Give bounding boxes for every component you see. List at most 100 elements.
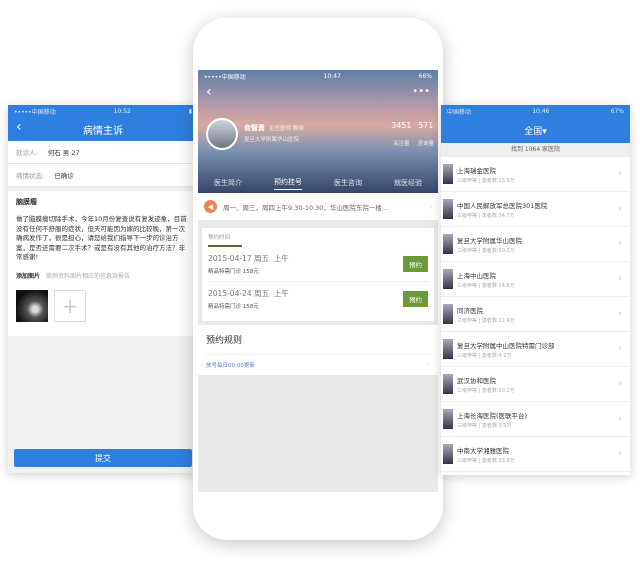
carrier: •••••中国移动	[14, 108, 56, 116]
chevron-right-icon: ›	[429, 202, 432, 211]
list-item[interactable]: 上海长海医院(医联平台) 三级甲等 | 患者数:3.9万 ›	[441, 402, 630, 437]
chevron-right-icon: ›	[618, 274, 622, 284]
hospital-list: 上海瑞金医院 三级甲等 | 患者数:13.9万 › 中国人民解放军总医院301医院 三级…	[441, 157, 630, 472]
hospital-name: 中南大学湘雅医院	[457, 446, 509, 455]
status-bar: 中国移动 10:46 67%	[441, 105, 630, 117]
slot-period: 上午	[273, 254, 289, 263]
chevron-right-icon: ›	[618, 344, 622, 354]
slot-fee: 精品特需门诊 158元	[208, 304, 259, 310]
list-item[interactable]: 同济医院三级甲等 | 患者数:11.4万 ›	[441, 297, 630, 332]
hospital-name: 武汉协和医院	[457, 376, 496, 385]
hospital-name: 上海长海医院(医联平台)	[457, 411, 528, 420]
add-image-text: 添加图片	[16, 272, 41, 280]
hospital-thumbnail	[443, 374, 453, 394]
hospital-thumbnail	[443, 199, 453, 219]
patient-row[interactable]: 就诊人: 何石 男 27	[8, 141, 198, 164]
state-label: 病情状态:	[16, 172, 45, 180]
list-item[interactable]: 中南大学湘雅医院 三级甲等 | 患者数:33.8万 ›	[441, 437, 630, 472]
book-button[interactable]: 预约	[403, 256, 428, 272]
time: 10:47	[323, 72, 341, 80]
hospital-name: 上海中山医院	[457, 271, 496, 280]
doctor-name: 俞智勇	[244, 124, 265, 132]
back-icon[interactable]: ‹	[16, 119, 22, 135]
left-phone-screen: •••••中国移动 10:52 ▮ ‹ 病情主诉 就诊人: 何石 男 27 病情状态: 已…	[8, 105, 198, 473]
book-button[interactable]: 预约	[403, 291, 428, 307]
description-textarea[interactable]: 做了脑膜瘤切除手术，今年10月份复查说有复发迹象，目前没有任何不舒服的症状，但天…	[16, 215, 190, 263]
hospital-info: 三级甲等 | 患者数:30.3万	[457, 247, 515, 254]
tab-experience[interactable]: 就医经验	[394, 178, 422, 188]
list-item[interactable]: 上海瑞金医院三级甲等 | 患者数:13.9万 ›	[441, 157, 630, 192]
status-bar: •••••中国移动 10:47 66%	[198, 70, 438, 82]
slot-row: 2015-04-24 周五 上午 精品特需门诊 158元 预约	[208, 282, 428, 316]
carrier: •••••中国移动	[204, 73, 246, 81]
stat-follow: 3451 关注量	[391, 121, 411, 149]
hospital-info: 三级甲等 | 患者数:3.9万	[457, 422, 512, 429]
avatar	[206, 118, 238, 150]
list-item[interactable]: 武汉协和医院三级甲等 | 患者数:10.2万 ›	[441, 367, 630, 402]
slot-period: 上午	[273, 289, 289, 298]
speaker-icon: ◀	[204, 200, 217, 213]
add-image-label: 添加图片 病例资料图片相应的信息及报告	[16, 271, 190, 280]
hospital-info: 三级甲等 | 患者数:13.9万	[457, 177, 515, 184]
chevron-right-icon: ›	[618, 204, 622, 214]
page-title: 病情主诉	[83, 125, 123, 137]
hospital-name: 复旦大学附属华山医院	[457, 236, 522, 245]
card-title: 预约时间	[208, 233, 242, 247]
back-icon[interactable]: ‹	[206, 84, 212, 100]
list-item[interactable]: 上海中山医院三级甲等 | 患者数:14.8万 ›	[441, 262, 630, 297]
state-value: 已确诊	[54, 172, 74, 180]
chevron-right-icon: ›	[618, 414, 622, 424]
chevron-right-icon: ›	[618, 169, 622, 179]
stat-value: 3451	[391, 121, 412, 130]
slot-fee: 精品特需门诊 158元	[208, 269, 259, 275]
notice-bar[interactable]: ◀ 周一、周三，周四上午9.30-10.30，华山医院东院一楼... ›	[198, 193, 438, 220]
rules-section[interactable]: 预约规则 放号每日00:00更新 ⌄	[198, 325, 438, 375]
found-count: 找到 1064 家医院	[441, 143, 630, 157]
stat-value: 571	[418, 121, 434, 130]
region-selector[interactable]: 全国▾	[441, 117, 630, 143]
slot-date: 2015-04-17 周五	[208, 254, 269, 263]
tab-consult[interactable]: 医生咨询	[334, 178, 362, 188]
tab-appointment[interactable]: 预约挂号	[274, 177, 302, 190]
notice-text: 周一、周三，周四上午9.30-10.30，华山医院东院一楼...	[223, 203, 389, 212]
hospital-thumbnail	[443, 339, 453, 359]
hospital-info: 三级甲等 | 患者数:14.8万	[457, 282, 515, 289]
battery-icon: ▮	[188, 107, 192, 115]
hospital-thumbnail	[443, 234, 453, 254]
hospital-info: 三级甲等 | 患者数:11.4万	[457, 317, 515, 324]
hospital-info: 三级甲等 | 患者数:33.8万	[457, 457, 515, 464]
hospital-thumbnail	[443, 409, 453, 429]
hospital-info: 三级甲等 | 患者数:34.7万	[457, 212, 515, 219]
state-row[interactable]: 病情状态: 已确诊	[8, 164, 198, 187]
chevron-right-icon: ›	[618, 379, 622, 389]
battery: 66%	[418, 72, 432, 80]
hospital-thumbnail	[443, 269, 453, 289]
chevron-down-icon: ⌄	[425, 361, 430, 367]
time: 10:46	[532, 107, 550, 115]
time: 10:52	[113, 107, 131, 115]
add-image-hint: 病例资料图片相应的信息及报告	[46, 272, 131, 280]
hospital-name: 中国人民解放军总医院301医院	[457, 201, 548, 210]
carrier: 中国移动	[447, 108, 472, 116]
disease-title: 脑膜瘤	[16, 198, 37, 206]
more-icon[interactable]: •••	[412, 86, 430, 97]
submit-button[interactable]: 提交	[14, 449, 192, 467]
list-item[interactable]: 中国人民解放军总医院301医院 三级甲等 | 患者数:34.7万 ›	[441, 192, 630, 227]
hospital-thumbnail	[443, 164, 453, 184]
hospital-thumbnail	[443, 444, 453, 464]
chevron-right-icon: ›	[618, 449, 622, 459]
rules-subtitle: 放号每日00:00更新	[206, 363, 255, 369]
chevron-right-icon: ›	[618, 309, 622, 319]
hospital-name: 上海瑞金医院	[457, 166, 496, 175]
list-item[interactable]: 复旦大学附属华山医院 三级甲等 | 患者数:30.3万 ›	[441, 227, 630, 262]
hospital-info: 三级甲等 | 患者数:10.2万	[457, 387, 515, 394]
hospital-thumbnail	[443, 304, 453, 324]
doctor-hospital: 复旦大学附属华山医院	[244, 137, 300, 143]
patient-value: 何石 男 27	[47, 149, 80, 157]
add-image-button[interactable]: +	[54, 289, 86, 322]
hospital-name: 同济医院	[457, 306, 483, 315]
scan-image-thumbnail[interactable]	[16, 289, 48, 322]
tab-intro[interactable]: 医生简介	[214, 178, 242, 188]
patient-label: 就诊人:	[16, 149, 38, 157]
list-item[interactable]: 复旦大学附属中山医院特需门诊部 三级甲等 | 患者数:4.2万 ›	[441, 332, 630, 367]
